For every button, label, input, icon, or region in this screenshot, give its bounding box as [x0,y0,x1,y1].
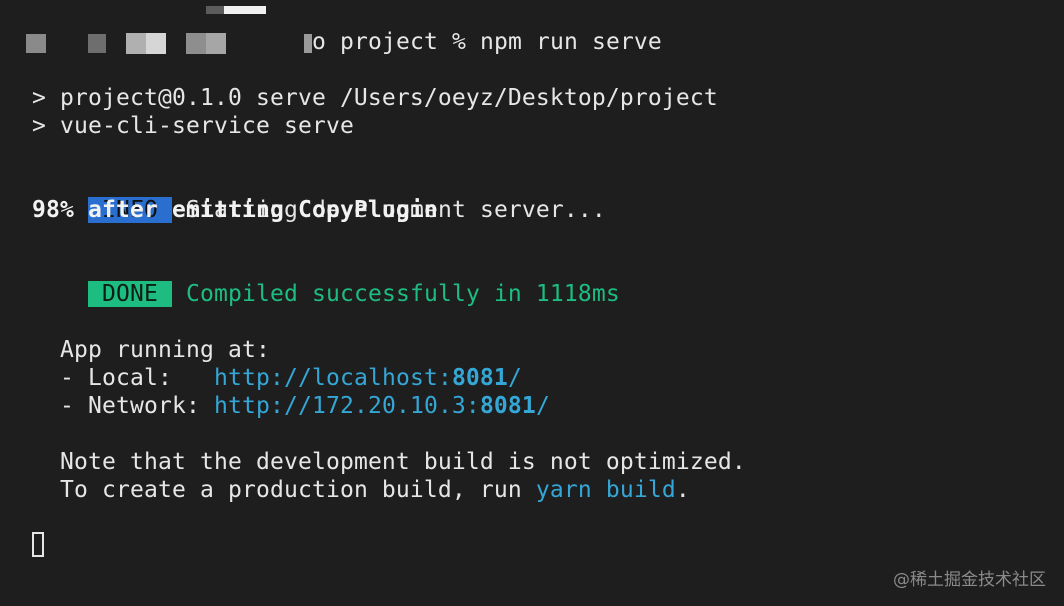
local-url-line: - Local: http://localhost:8081/ [60,364,522,392]
build-hint-line: To create a production build, run yarn b… [60,476,690,504]
network-url-port: 8081 [479,393,536,419]
terminal-cursor[interactable] [32,532,44,557]
network-url-base: http://172.20.10.3: [213,393,480,419]
info-line: INFO Starting development server... [32,168,606,223]
redacted-prompt-block [126,33,166,54]
network-url-tail: / [535,393,550,419]
prompt-command: o project % npm run serve [312,29,662,55]
local-url-port: 8081 [451,365,508,391]
network-label: - Network: [60,393,214,419]
redacted-prompt-block [186,33,226,54]
redacted-prompt-block [304,34,312,53]
done-badge: DONE [88,281,172,307]
window-title-bar-redacted [206,6,266,14]
local-url-base: http://localhost: [213,365,452,391]
script-command-line: > vue-cli-service serve [32,113,354,139]
done-text: Compiled successfully in 1118ms [186,281,620,307]
network-url-link[interactable]: http://172.20.10.3:8081/ [214,393,550,419]
progress-line: 98% after emitting CopyPlugin [32,197,438,223]
terminal-window[interactable]: o project % npm run serve > project@0.1.… [0,0,1064,606]
network-url-line: - Network: http://172.20.10.3:8081/ [60,392,550,420]
script-header-line: > project@0.1.0 serve /Users/oeyz/Deskto… [32,85,718,111]
note-line: Note that the development build is not o… [60,449,746,475]
redacted-prompt-block [26,34,46,53]
build-prefix: To create a production build, run [60,477,536,503]
watermark: @稀土掘金技术社区 [893,570,1046,590]
local-url-tail: / [507,365,522,391]
app-running-line: App running at: [60,337,270,363]
local-label: - Local: [60,365,214,391]
local-url-link[interactable]: http://localhost:8081/ [214,365,522,391]
build-suffix: . [675,477,690,503]
done-line: DONE Compiled successfully in 1118ms [32,252,620,307]
build-command: yarn build [535,477,676,503]
redacted-prompt-block [88,34,106,53]
